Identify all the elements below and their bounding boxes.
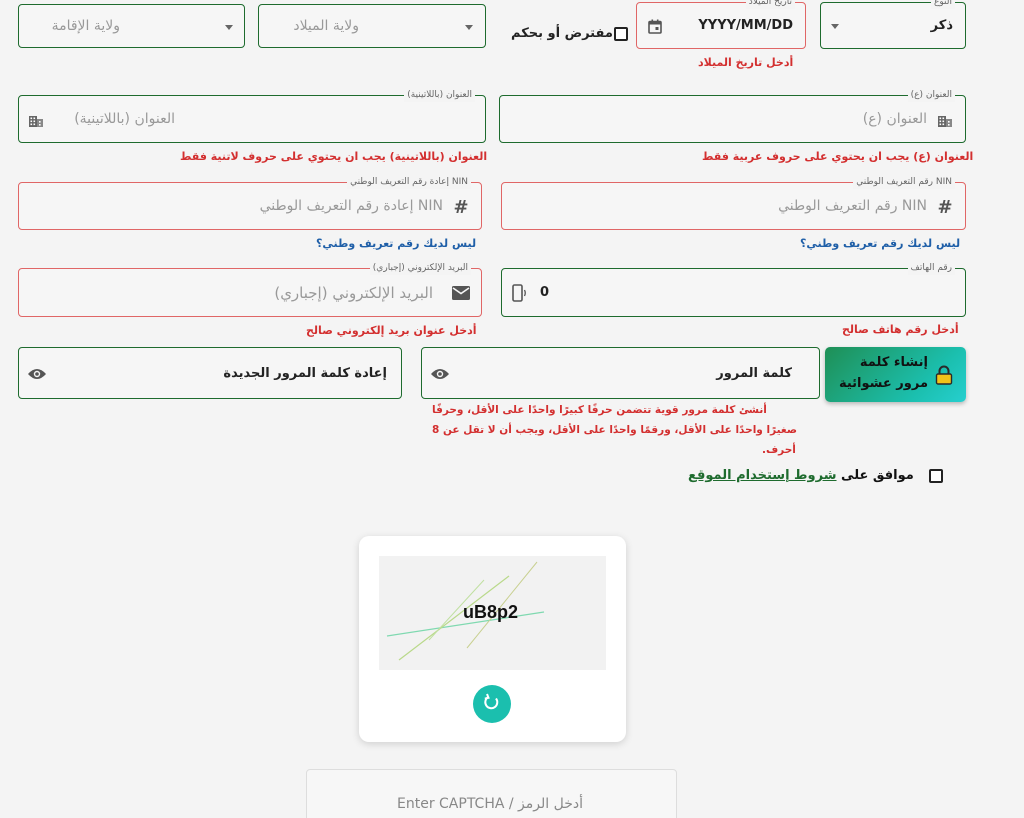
residence-wilaya-select[interactable]: ولاية الإقامة	[18, 4, 245, 48]
password-hint-line2: صغيرًا واحدًا على الأقل، ورقمًا واحدًا ع…	[432, 424, 797, 436]
address-ar-placeholder: العنوان (ع)	[862, 111, 927, 127]
nin-confirm-field[interactable]: إعادة رقم التعريف الوطني NIN # إعادة رقم…	[18, 175, 482, 230]
phone-label: رقم الهاتف	[907, 261, 955, 275]
chevron-down-icon	[465, 25, 473, 30]
no-nin-link[interactable]: ليس لديك رقم تعريف وطني؟	[800, 237, 960, 250]
presumed-label: مفترض أو بحكم	[511, 26, 613, 41]
email-placeholder: البريد الإلكتروني (إجباري)	[274, 283, 433, 302]
nin-field[interactable]: رقم التعريف الوطني NIN # رقم التعريف الو…	[501, 175, 966, 230]
captcha-input-placeholder: أدخل الرمز / Enter CAPTCHA	[397, 796, 583, 812]
address-latin-placeholder: العنوان (باللاتينية)	[74, 111, 175, 127]
terms-label: موافق على شروط إستخدام الموقع	[688, 468, 914, 483]
hash-icon: #	[453, 196, 469, 218]
hash-icon: #	[937, 196, 953, 218]
email-field[interactable]: البريد الإلكتروني (إجباري) البريد الإلكت…	[18, 261, 482, 317]
nin-placeholder: رقم التعريف الوطني NIN	[778, 198, 927, 214]
password-confirm-placeholder: إعادة كلمة المرور الجديدة	[223, 365, 387, 381]
address-ar-field[interactable]: العنوان (ع) العنوان (ع)	[499, 88, 966, 143]
residence-wilaya-placeholder: ولاية الإقامة	[51, 18, 120, 34]
eye-icon[interactable]	[429, 363, 451, 385]
address-ar-error: العنوان (ع) يجب ان يحتوي على حروف عربية …	[702, 150, 974, 163]
refresh-icon	[483, 693, 501, 715]
building-icon	[27, 111, 45, 129]
terms-checkbox[interactable]	[929, 469, 943, 483]
building-icon	[936, 111, 954, 129]
eye-icon[interactable]	[26, 363, 48, 385]
address-latin-error: العنوان (باللاتينية) يجب ان يحتوي على حر…	[180, 150, 488, 163]
nin-confirm-placeholder: إعادة رقم التعريف الوطني NIN	[259, 198, 443, 214]
birth-date-value: YYYY/MM/DD	[698, 18, 793, 33]
captcha-refresh-button[interactable]	[473, 685, 511, 723]
phone-error: أدخل رقم هاتف صالح	[842, 323, 959, 336]
phone-icon	[510, 283, 530, 303]
birth-date-field[interactable]: تاريخ الميلاد YYYY/MM/DD	[636, 0, 806, 49]
phone-value: 0	[540, 285, 550, 300]
email-error: أدخل عنوان بريد إلكتروني صالح	[306, 324, 477, 337]
password-hint-line1: أنشئ كلمة مرور قوية تتضمن حرفًا كبيرًا و…	[432, 404, 767, 416]
password-confirm-field[interactable]: إعادة كلمة المرور الجديدة	[18, 347, 402, 399]
terms-link[interactable]: شروط إستخدام الموقع	[688, 468, 837, 483]
presumed-checkbox[interactable]	[614, 27, 628, 41]
captcha-card: uB8p2	[359, 536, 626, 742]
gender-select[interactable]: النوع ذكر	[820, 0, 966, 49]
birth-wilaya-select[interactable]: ولاية الميلاد	[258, 4, 486, 48]
generate-password-line2: مرور عشوائية	[838, 376, 928, 391]
lock-icon	[933, 364, 955, 386]
phone-field[interactable]: رقم الهاتف 0	[501, 261, 966, 317]
no-nin-link-confirm[interactable]: ليس لديك رقم تعريف وطني؟	[316, 237, 476, 250]
address-latin-field[interactable]: العنوان (باللاتينية) العنوان (باللاتينية…	[18, 88, 486, 143]
chevron-down-icon	[225, 25, 233, 30]
captcha-image: uB8p2	[379, 556, 606, 670]
calendar-icon[interactable]	[646, 17, 664, 35]
gender-value: ذكر	[930, 18, 953, 33]
birth-date-error: أدخل تاريخ الميلاد	[698, 56, 794, 69]
password-hint-line3: أحرف.	[762, 444, 796, 456]
birth-wilaya-placeholder: ولاية الميلاد	[293, 18, 359, 34]
password-placeholder: كلمة المرور	[716, 365, 792, 381]
password-field[interactable]: كلمة المرور	[421, 347, 820, 399]
captcha-input[interactable]: أدخل الرمز / Enter CAPTCHA	[306, 769, 677, 818]
generate-password-button[interactable]: إنشاء كلمة مرور عشوائية	[825, 347, 966, 402]
terms-prefix: موافق على	[836, 468, 914, 483]
chevron-down-icon	[831, 24, 839, 29]
captcha-text: uB8p2	[463, 602, 519, 622]
address-latin-label: العنوان (باللاتينية)	[404, 88, 475, 102]
generate-password-line1: إنشاء كلمة	[859, 355, 928, 370]
mail-icon	[451, 284, 471, 302]
